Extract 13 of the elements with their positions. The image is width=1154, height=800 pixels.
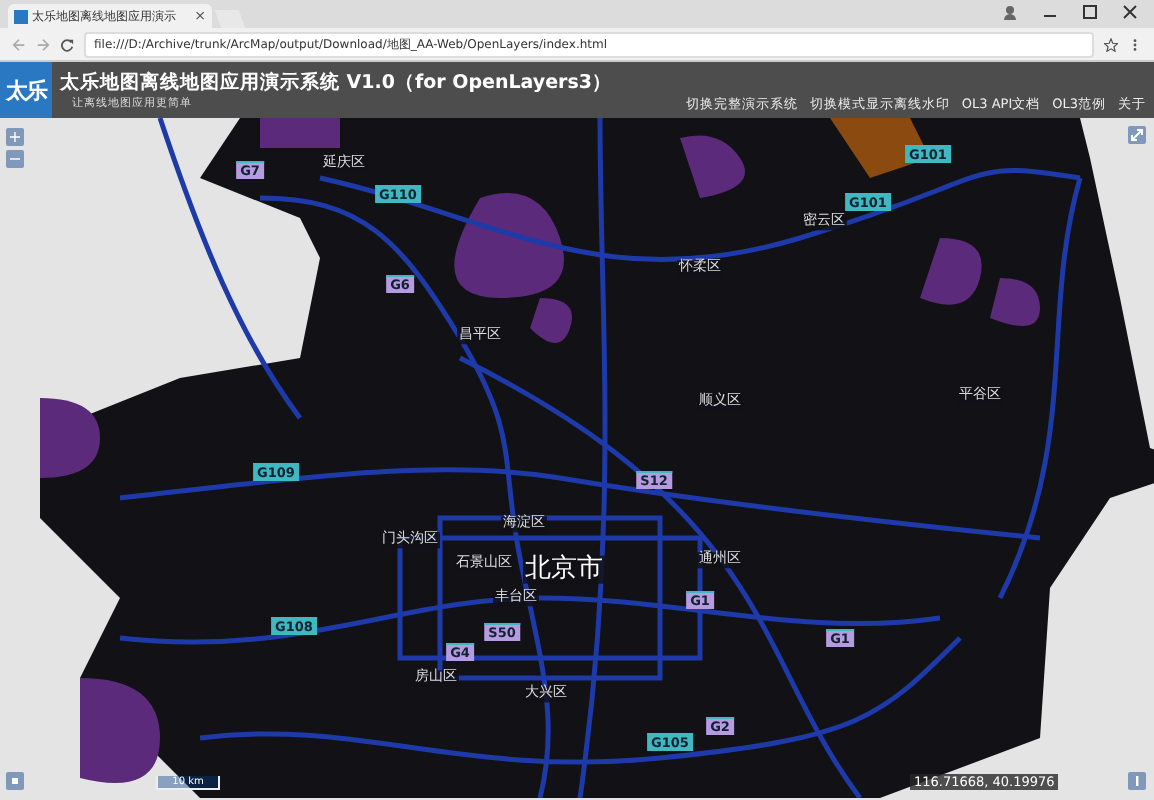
city-label: 北京市 [523,555,605,585]
reload-icon[interactable] [60,37,74,51]
info-icon[interactable] [1128,772,1146,790]
favicon-icon [14,9,28,23]
close-icon[interactable] [1122,4,1138,20]
fullscreen-icon[interactable] [1128,126,1146,144]
app-title: 太乐地图离线地图应用演示系统 V1.0（for OpenLayers3） [60,70,614,96]
maximize-icon[interactable] [1082,4,1098,20]
overview-map-icon[interactable] [6,772,24,790]
menu-icon[interactable] [1128,37,1142,51]
logo: 太乐 [0,62,52,118]
profile-icon[interactable] [1002,4,1018,20]
star-icon[interactable] [1104,37,1118,51]
